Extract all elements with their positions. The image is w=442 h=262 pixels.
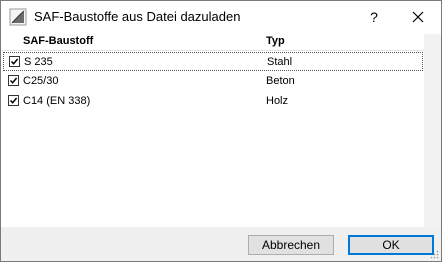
row-checkbox[interactable] [9,56,20,67]
close-icon [412,11,424,23]
app-icon [9,8,27,26]
material-type: Stahl [267,56,293,68]
material-name: C25/30 [23,75,59,87]
checkmark-icon [9,77,18,84]
material-type: Holz [266,95,289,107]
list-header: SAF-Baustoff Typ [1,34,441,51]
material-type: Beton [266,75,295,87]
material-name: S 235 [24,56,53,68]
help-button[interactable]: ? [361,5,387,29]
button-bar: Abbrechen OK [1,227,441,261]
cancel-button[interactable]: Abbrechen [248,235,334,255]
resize-grip-icon[interactable] [429,249,439,259]
material-name: C14 (EN 338) [23,95,91,107]
title-bar: SAF-Baustoffe aus Datei dazuladen ? [1,1,441,34]
table-row[interactable]: C14 (EN 338) Holz [3,92,423,111]
vertical-scrollbar[interactable] [424,34,441,227]
column-header-material[interactable]: SAF-Baustoff [23,34,93,49]
dialog-window: SAF-Baustoffe aus Datei dazuladen ? SAF-… [0,0,442,262]
table-row[interactable]: S 235 Stahl [3,52,423,71]
ok-button[interactable]: OK [348,235,434,255]
row-checkbox[interactable] [8,95,19,106]
window-title: SAF-Baustoffe aus Datei dazuladen [34,9,241,24]
materials-list: SAF-Baustoff Typ S 235 Stahl C25/30 Beto… [1,34,441,227]
table-row[interactable]: C25/30 Beton [3,72,423,91]
close-button[interactable] [403,5,433,29]
row-checkbox[interactable] [8,75,19,86]
checkmark-icon [10,58,19,65]
checkmark-icon [9,97,18,104]
column-header-type[interactable]: Typ [266,34,285,49]
